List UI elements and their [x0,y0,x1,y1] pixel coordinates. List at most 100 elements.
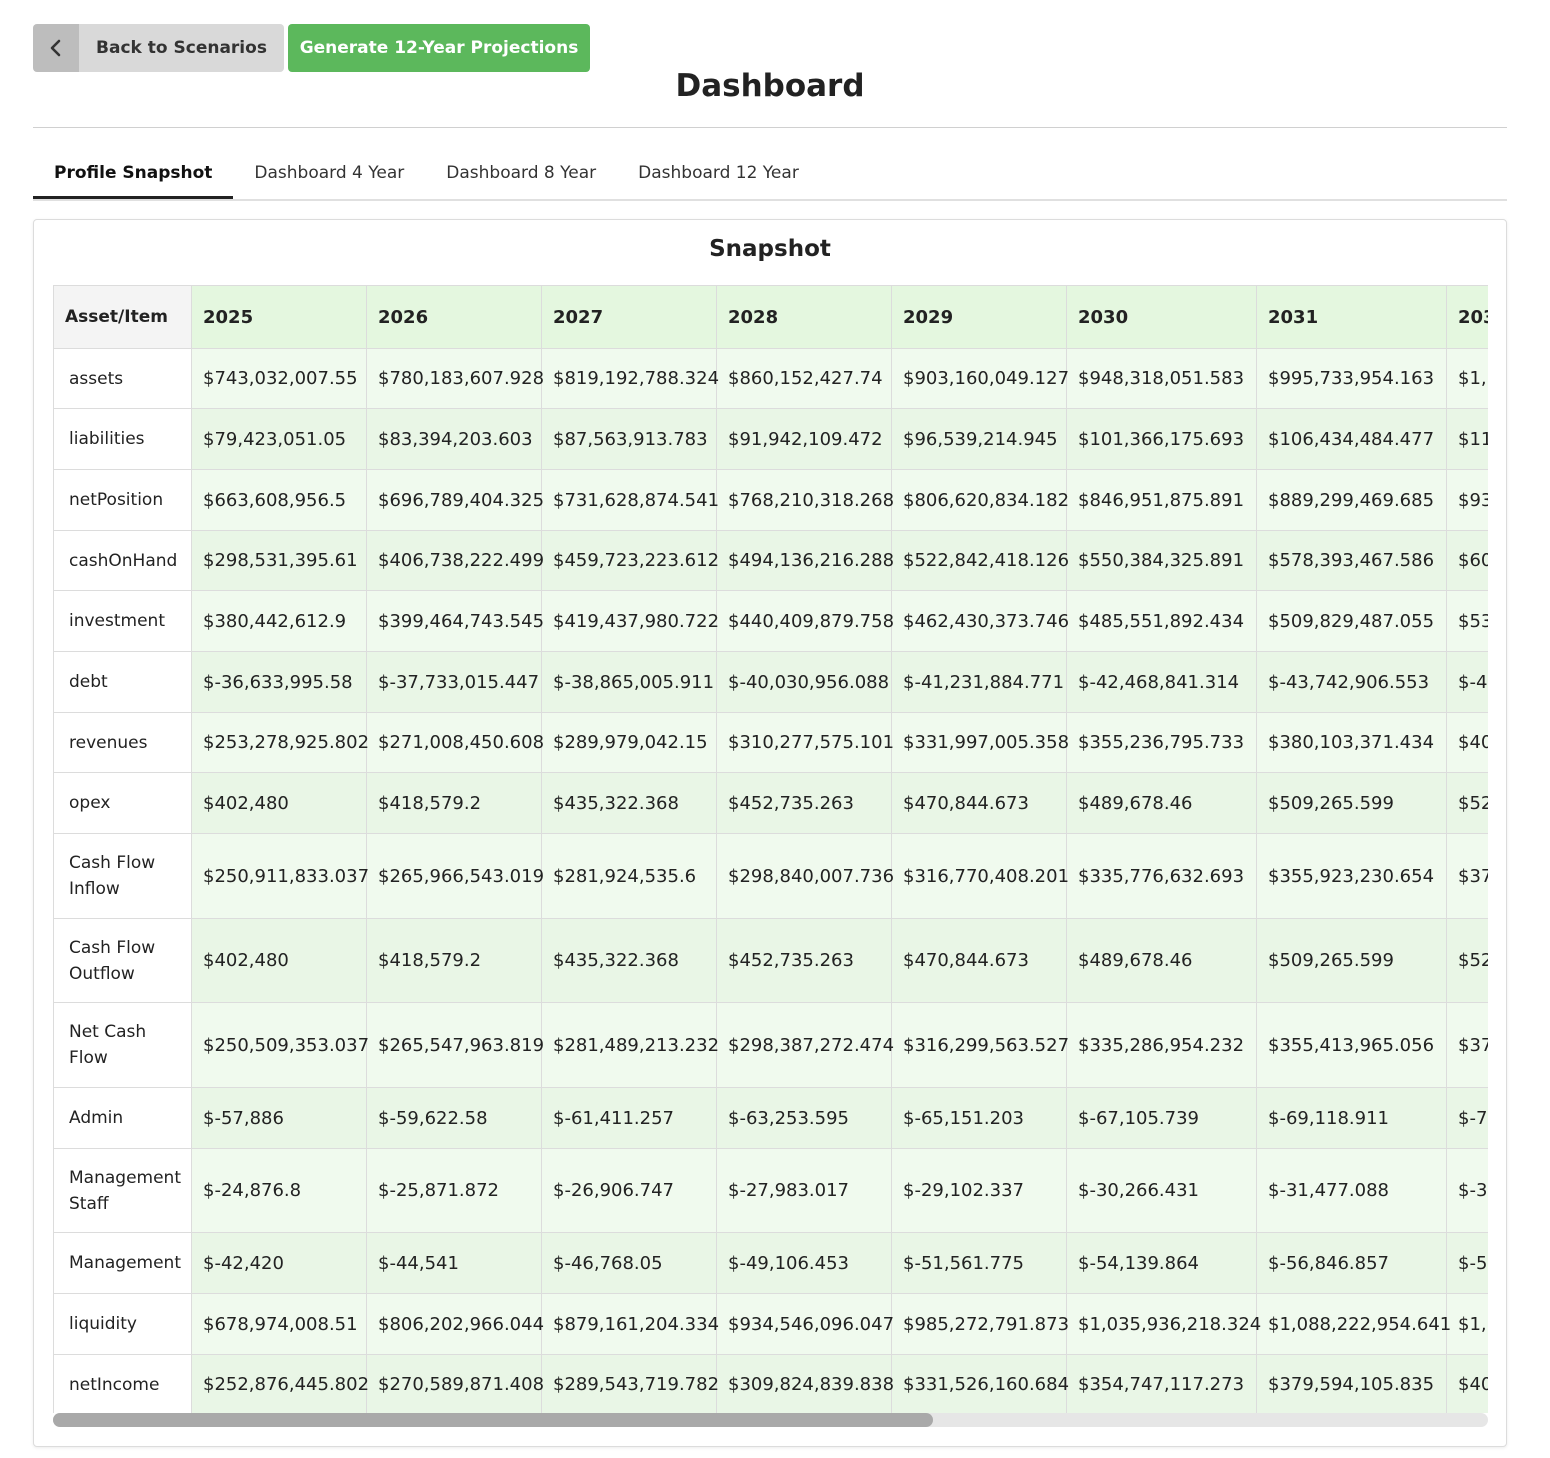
tab-dashboard-4-year[interactable]: Dashboard 4 Year [233,148,425,199]
row-label: opex [53,772,192,834]
table-cell: $310,277,575.101 [716,712,894,773]
table-cell: $435,322.368 [541,918,717,1003]
table-cell: $995,733,954.163 [1256,348,1447,409]
table-cell: $985,272,791.873 [891,1293,1069,1355]
table-cell: $-26,906.747 [541,1148,717,1233]
table-cell: $489,678.46 [1066,918,1257,1003]
table-cell: $289,543,719.782 [541,1354,719,1413]
table-cell: $879,161,204.334 [541,1293,719,1355]
column-header-year: 203 [1446,285,1488,349]
table-cell: $743,032,007.55 [191,348,367,409]
table-cell: $1,035,936,218.324 [1066,1293,1261,1355]
row-label: netIncome [53,1354,192,1413]
row-label: debt [53,651,192,713]
table-cell: $331,526,160.684 [891,1354,1069,1413]
table-row: Admin $-57,886 $-59,622.58 $-61,411.257 $-63… [53,1087,1488,1149]
table-cell: $252,876,445.802 [191,1354,369,1413]
table-cell: $-40,030,956.088 [716,651,892,713]
table-cell: $470,844.673 [891,918,1067,1003]
back-to-scenarios-button[interactable]: Back to Scenarios [33,24,284,72]
row-label: Admin [53,1087,192,1149]
table-cell: $-49,106.453 [716,1232,892,1294]
table-body: assets $743,032,007.55 $780,183,607.928 $81… [53,348,1488,1413]
table-cell: $663,608,956.5 [191,469,367,531]
table-cell: $-44,541 [366,1232,542,1294]
table-cell: $678,974,008.51 [191,1293,367,1355]
table-cell: $485,551,892.434 [1066,590,1257,652]
table-cell: $452,735.263 [716,772,892,834]
table-header-row: Asset/Item 2025 2026 2027 2028 2029 2030 2031 2… [53,285,1488,349]
table-cell: $331,997,005.358 [891,712,1069,773]
column-header-year: 2027 [541,285,717,349]
table-cell: $-3: [1446,1148,1488,1233]
table-cell: $335,776,632.693 [1066,833,1257,919]
table-cell: $-38,865,005.911 [541,651,717,713]
table-cell: $-59,622.58 [366,1087,542,1149]
table-row: revenues $253,278,925.802 $271,008,450.608… [53,712,1488,773]
table-cell: $-41,231,884.771 [891,651,1067,713]
table-cell: $806,202,966.044 [366,1293,544,1355]
table-cell: $522,842,418.126 [891,530,1069,591]
table-row: debt $-36,633,995.58 $-37,733,015.447 $-38,… [53,651,1488,713]
row-label: Cash Flow Outflow [53,918,192,1003]
table-cell: $806,620,834.182 [891,469,1069,531]
table-cell: $494,136,216.288 [716,530,894,591]
table-cell: $489,678.46 [1066,772,1257,834]
tab-profile-snapshot[interactable]: Profile Snapshot [33,148,234,199]
tab-bar: Profile Snapshot Dashboard 4 Year Dashbo… [33,148,1507,201]
table-cell: $819,192,788.324 [541,348,719,409]
table-cell: $83,394,203.603 [366,408,542,470]
table-cell: $-69,118.911 [1256,1087,1447,1149]
row-label: Net Cash Flow [53,1002,192,1088]
table-cell: $-24,876.8 [191,1148,367,1233]
row-label: Management [53,1232,192,1294]
table-cell: $37 [1446,833,1488,919]
top-toolbar: Back to Scenarios Generate 12-Year Proje… [33,24,590,72]
table-cell: $-42,420 [191,1232,367,1294]
table-cell: $1,( [1446,348,1488,409]
table-cell: $-54,139.864 [1066,1232,1257,1294]
snapshot-table-scroll[interactable]: Asset/Item 2025 2026 2027 2028 2029 2030 2031 2… [53,285,1488,1413]
table-cell: $-4! [1446,651,1488,713]
row-label: assets [53,348,192,409]
table-cell: $470,844.673 [891,772,1067,834]
tab-dashboard-12-year[interactable]: Dashboard 12 Year [617,148,820,199]
table-cell: $289,979,042.15 [541,712,717,773]
table-cell: $316,299,563.527 [891,1002,1069,1088]
snapshot-card: Snapshot Asset/Item 2025 2026 2027 2028 2029… [33,219,1507,1447]
table-cell: $106,434,484.477 [1256,408,1447,470]
table-cell: $355,413,965.056 [1256,1002,1447,1088]
table-cell: $418,579.2 [366,918,542,1003]
back-button-label: Back to Scenarios [79,24,284,72]
table-cell: $-63,253.595 [716,1087,892,1149]
table-row: Management Staff $-24,876.8 $-25,871.872 $-… [53,1148,1488,1233]
generate-projections-button[interactable]: Generate 12-Year Projections [288,24,590,72]
table-cell: $-37,733,015.447 [366,651,542,713]
table-cell: $52 [1446,918,1488,1003]
table-cell: $53 [1446,590,1488,652]
tab-dashboard-8-year[interactable]: Dashboard 8 Year [425,148,617,199]
column-header-year: 2031 [1256,285,1447,349]
table-cell: $-61,411.257 [541,1087,717,1149]
table-cell: $435,322.368 [541,772,717,834]
table-row: cashOnHand $298,531,395.61 $406,738,222.49… [53,530,1488,591]
row-label: investment [53,590,192,652]
table-row: investment $380,442,612.9 $399,464,743.545… [53,590,1488,652]
snapshot-title: Snapshot [709,236,831,262]
scrollbar-thumb[interactable] [53,1413,933,1427]
table-cell: $-31,477.088 [1256,1148,1447,1233]
table-cell: $265,966,543.019 [366,833,544,919]
table-cell: $780,183,607.928 [366,348,544,409]
table-cell: $399,464,743.545 [366,590,544,652]
table-cell: $270,589,871.408 [366,1354,544,1413]
table-cell: $40 [1446,1354,1488,1413]
table-cell: $903,160,049.127 [891,348,1069,409]
table-cell: $419,437,980.722 [541,590,719,652]
horizontal-scrollbar[interactable] [53,1413,1488,1427]
table-cell: $459,723,223.612 [541,530,719,591]
page-title: Dashboard [675,68,865,104]
table-cell: $37 [1446,1002,1488,1088]
table-cell: $250,911,833.037 [191,833,369,919]
table-cell: $-25,871.872 [366,1148,542,1233]
title-divider [33,127,1507,128]
